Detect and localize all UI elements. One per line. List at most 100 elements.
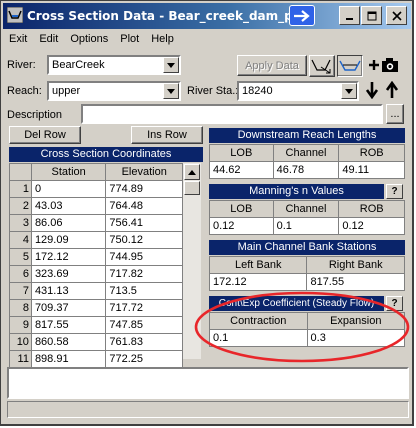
station-cell[interactable]: 323.69 bbox=[30, 265, 107, 283]
river-sta-label: River Sta.: bbox=[187, 85, 239, 97]
description-field[interactable] bbox=[81, 104, 383, 124]
table-row: 11 898.91 772.25 bbox=[9, 350, 183, 368]
river-label: River: bbox=[7, 59, 36, 71]
row-number[interactable]: 3 bbox=[9, 214, 32, 232]
arrow-right-icon[interactable] bbox=[289, 5, 315, 26]
table-row: 6 323.69 717.82 bbox=[9, 265, 183, 283]
elevation-cell[interactable]: 756.41 bbox=[105, 214, 183, 232]
left-bank-header: Left Bank bbox=[208, 256, 308, 274]
river-sta-select[interactable]: 18240 bbox=[237, 81, 359, 101]
menu-edit[interactable]: Edit bbox=[33, 31, 64, 49]
right-bank-cell[interactable]: 817.55 bbox=[306, 273, 405, 291]
elevation-cell[interactable]: 747.85 bbox=[105, 316, 183, 334]
scroll-up-icon[interactable] bbox=[184, 164, 200, 180]
menu-exit[interactable]: Exit bbox=[3, 31, 33, 49]
station-cell[interactable]: 431.13 bbox=[30, 282, 107, 300]
reach-value: upper bbox=[52, 85, 81, 97]
minimize-button[interactable] bbox=[339, 6, 360, 25]
lob-header: LOB bbox=[209, 200, 274, 218]
ins-row-button[interactable]: Ins Row bbox=[131, 126, 203, 144]
elevation-cell[interactable]: 750.12 bbox=[105, 231, 183, 249]
downstream-lob-cell[interactable]: 44.62 bbox=[209, 161, 274, 179]
downstream-title: Downstream Reach Lengths bbox=[209, 128, 405, 143]
mannings-lob-cell[interactable]: 0.12 bbox=[209, 217, 274, 235]
close-button[interactable] bbox=[386, 6, 407, 25]
description-ellipsis-button[interactable]: ... bbox=[386, 104, 404, 124]
row-number[interactable]: 8 bbox=[9, 299, 32, 317]
station-cell[interactable]: 129.09 bbox=[30, 231, 107, 249]
elevation-cell[interactable]: 761.83 bbox=[105, 333, 183, 351]
title-bar[interactable]: Cross Section Data - Bear_creek_dam_pm bbox=[3, 3, 411, 29]
chevron-down-icon[interactable] bbox=[341, 83, 357, 99]
chevron-down-icon[interactable] bbox=[163, 83, 179, 99]
river-select[interactable]: BearCreek bbox=[47, 55, 181, 75]
downstream-rob-cell[interactable]: 49.11 bbox=[338, 161, 405, 179]
table-row: 2 43.03 764.48 bbox=[9, 197, 183, 215]
river-value: BearCreek bbox=[52, 59, 105, 71]
elevation-cell[interactable]: 744.95 bbox=[105, 248, 183, 266]
rob-header: ROB bbox=[338, 200, 405, 218]
elevation-cell[interactable]: 772.25 bbox=[105, 350, 183, 368]
apply-data-button[interactable]: Apply Data bbox=[237, 55, 307, 76]
highlight-ellipse bbox=[194, 291, 410, 363]
bank-stations-table: Left Bank Right Bank 172.12 817.55 bbox=[208, 256, 405, 291]
row-number[interactable]: 10 bbox=[9, 333, 32, 351]
station-cell[interactable]: 709.37 bbox=[30, 299, 107, 317]
app-icon bbox=[6, 6, 24, 24]
menu-plot[interactable]: Plot bbox=[114, 31, 145, 49]
channel-header: Channel bbox=[272, 144, 340, 162]
xs-coords-table: Station Elevation 1 0 774.89 2 43.03 764.48 3 8… bbox=[9, 163, 183, 368]
xs-coords-title: Cross Section Coordinates bbox=[9, 147, 203, 162]
elevation-cell[interactable]: 774.89 bbox=[105, 180, 183, 198]
station-cell[interactable]: 86.06 bbox=[30, 214, 107, 232]
elevation-cell[interactable]: 713.5 bbox=[105, 282, 183, 300]
row-number[interactable]: 5 bbox=[9, 248, 32, 266]
row-number[interactable]: 2 bbox=[9, 197, 32, 215]
row-number[interactable]: 6 bbox=[9, 265, 32, 283]
row-number[interactable]: 9 bbox=[9, 316, 32, 334]
maximize-button[interactable] bbox=[361, 6, 382, 25]
row-number[interactable]: 1 bbox=[9, 180, 32, 198]
mannings-title: Manning's n Values bbox=[209, 184, 384, 199]
arrow-down-icon[interactable] bbox=[365, 81, 379, 102]
rob-header: ROB bbox=[338, 144, 405, 162]
arrow-up-icon[interactable] bbox=[385, 80, 399, 102]
scroll-thumb[interactable] bbox=[184, 181, 200, 195]
downstream-table: LOB Channel ROB 44.62 46.78 49.11 bbox=[209, 144, 405, 179]
row-number[interactable]: 4 bbox=[9, 231, 32, 249]
station-cell[interactable]: 817.55 bbox=[30, 316, 107, 334]
row-number[interactable]: 11 bbox=[9, 350, 32, 368]
station-cell[interactable]: 43.03 bbox=[30, 197, 107, 215]
table-row: 5 172.12 744.95 bbox=[9, 248, 183, 266]
del-row-button[interactable]: Del Row bbox=[9, 126, 81, 144]
corner-cell bbox=[9, 163, 32, 181]
mannings-help-button[interactable]: ? bbox=[386, 184, 403, 199]
mannings-rob-cell[interactable]: 0.12 bbox=[338, 217, 405, 235]
left-bank-cell[interactable]: 172.12 bbox=[208, 273, 308, 291]
reach-select[interactable]: upper bbox=[47, 81, 181, 101]
elevation-cell[interactable]: 717.82 bbox=[105, 265, 183, 283]
menu-help[interactable]: Help bbox=[145, 31, 180, 49]
table-row: 7 431.13 713.5 bbox=[9, 282, 183, 300]
cross-section-window: Cross Section Data - Bear_creek_dam_pm E… bbox=[0, 0, 414, 426]
downstream-channel-cell[interactable]: 46.78 bbox=[272, 161, 340, 179]
add-camera-icon[interactable] bbox=[367, 56, 401, 77]
elevation-cell[interactable]: 764.48 bbox=[105, 197, 183, 215]
station-cell[interactable]: 0 bbox=[30, 180, 107, 198]
row-number[interactable]: 7 bbox=[9, 282, 32, 300]
status-bar bbox=[7, 401, 409, 418]
plot-xs-icon[interactable] bbox=[309, 55, 335, 77]
elevation-cell[interactable]: 717.72 bbox=[105, 299, 183, 317]
xs-shape-icon[interactable] bbox=[337, 55, 363, 77]
message-box bbox=[7, 367, 409, 399]
table-row: 3 86.06 756.41 bbox=[9, 214, 183, 232]
menu-options[interactable]: Options bbox=[64, 31, 114, 49]
mannings-channel-cell[interactable]: 0.1 bbox=[272, 217, 340, 235]
chevron-down-icon[interactable] bbox=[163, 57, 179, 73]
station-cell[interactable]: 860.58 bbox=[30, 333, 107, 351]
right-bank-header: Right Bank bbox=[306, 256, 405, 274]
station-cell[interactable]: 898.91 bbox=[30, 350, 107, 368]
elevation-header: Elevation bbox=[105, 163, 183, 181]
table-row: 4 129.09 750.12 bbox=[9, 231, 183, 249]
station-cell[interactable]: 172.12 bbox=[30, 248, 107, 266]
